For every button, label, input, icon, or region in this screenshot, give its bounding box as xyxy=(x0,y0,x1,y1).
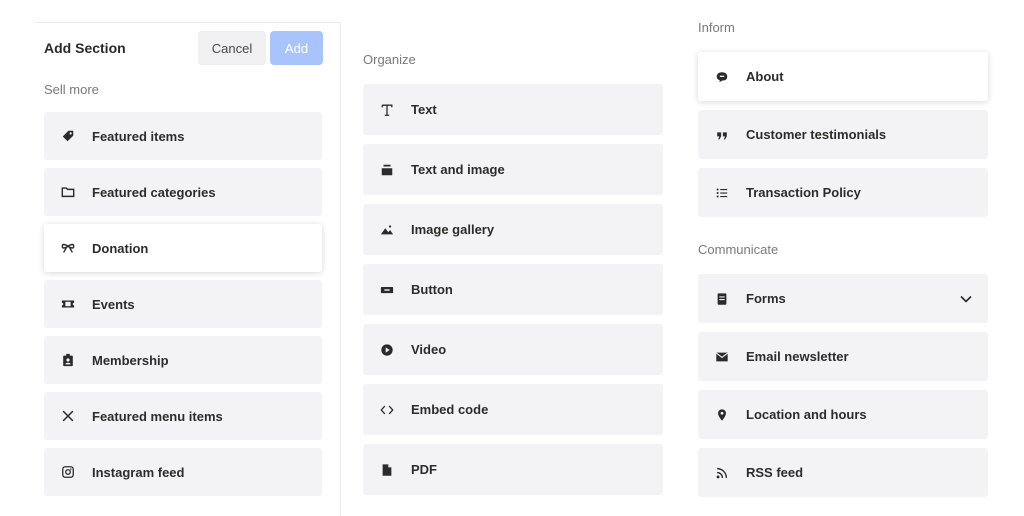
section-item-label: RSS feed xyxy=(746,465,804,480)
section-item-forms[interactable]: Forms xyxy=(698,274,988,323)
folder-icon xyxy=(60,184,76,200)
section-item-label: Featured items xyxy=(92,128,185,144)
chat-icon xyxy=(714,69,730,85)
rss-icon xyxy=(714,465,730,481)
header-divider xyxy=(34,22,340,23)
badge-icon xyxy=(60,352,76,368)
section-item-label: Forms xyxy=(746,291,786,306)
section-item-instagram-feed[interactable]: Instagram feed xyxy=(44,448,322,496)
section-item-rss-feed[interactable]: RSS feed xyxy=(698,448,988,497)
code-icon xyxy=(379,402,395,418)
section-item-embed-code[interactable]: Embed code xyxy=(363,384,663,435)
section-item-text[interactable]: Text xyxy=(363,84,663,135)
section-label-organize: Organize xyxy=(363,52,416,67)
section-label-inform: Inform xyxy=(698,20,735,35)
section-item-label: Transaction Policy xyxy=(746,185,861,200)
section-item-label: Featured menu items xyxy=(92,408,223,424)
chevron-down-icon[interactable] xyxy=(958,291,974,307)
image-icon xyxy=(379,222,395,238)
section-item-video[interactable]: Video xyxy=(363,324,663,375)
section-item-pdf[interactable]: PDF xyxy=(363,444,663,495)
section-item-label: PDF xyxy=(411,462,437,477)
section-item-featured-items[interactable]: Featured items xyxy=(44,112,322,160)
play-icon xyxy=(379,342,395,358)
text-image-icon xyxy=(379,162,395,178)
section-item-featured-menu-items[interactable]: Featured menu items xyxy=(44,392,322,440)
section-label-communicate: Communicate xyxy=(698,242,779,257)
ribbon-icon xyxy=(60,240,76,256)
section-item-label: Donation xyxy=(92,240,149,256)
cancel-button[interactable]: Cancel xyxy=(198,31,266,65)
section-item-donation[interactable]: Donation xyxy=(44,224,322,272)
section-item-image-gallery[interactable]: Image gallery xyxy=(363,204,663,255)
section-item-label: Featured categories xyxy=(92,184,216,200)
quote-icon xyxy=(714,127,730,143)
text-icon xyxy=(379,102,395,118)
section-item-transaction-policy[interactable]: Transaction Policy xyxy=(698,168,988,217)
section-item-label: Embed code xyxy=(411,402,489,417)
instagram-icon xyxy=(60,464,76,480)
form-icon xyxy=(714,291,730,307)
tag-icon xyxy=(60,128,76,144)
panel-divider xyxy=(340,22,341,516)
button-icon xyxy=(379,282,395,298)
section-item-email-newsletter[interactable]: Email newsletter xyxy=(698,332,988,381)
section-item-label: Button xyxy=(411,282,453,297)
section-item-location-and-hours[interactable]: Location and hours xyxy=(698,390,988,439)
pin-icon xyxy=(714,407,730,423)
section-item-customer-testimonials[interactable]: Customer testimonials xyxy=(698,110,988,159)
section-item-featured-categories[interactable]: Featured categories xyxy=(44,168,322,216)
file-icon xyxy=(379,462,395,478)
section-item-label: Image gallery xyxy=(411,222,495,237)
section-item-label: Text and image xyxy=(411,162,505,177)
section-label-sell-more: Sell more xyxy=(44,82,99,97)
ticket-icon xyxy=(60,296,76,312)
section-item-membership[interactable]: Membership xyxy=(44,336,322,384)
mail-icon xyxy=(714,349,730,365)
section-item-button[interactable]: Button xyxy=(363,264,663,315)
section-item-label: Video xyxy=(411,342,447,357)
section-item-label: Membership xyxy=(92,352,169,368)
panel-title: Add Section xyxy=(44,40,126,56)
list-icon xyxy=(714,185,730,201)
section-item-label: About xyxy=(746,69,784,84)
section-item-label: Text xyxy=(411,102,437,117)
section-item-label: Instagram feed xyxy=(92,464,185,480)
section-item-label: Customer testimonials xyxy=(746,127,887,142)
section-item-label: Events xyxy=(92,296,135,312)
section-item-label: Email newsletter xyxy=(746,349,849,364)
add-button[interactable]: Add xyxy=(270,31,323,65)
section-item-text-and-image[interactable]: Text and image xyxy=(363,144,663,195)
section-item-events[interactable]: Events xyxy=(44,280,322,328)
utensils-icon xyxy=(60,408,76,424)
section-item-about[interactable]: About xyxy=(698,52,988,101)
section-item-label: Location and hours xyxy=(746,407,867,422)
